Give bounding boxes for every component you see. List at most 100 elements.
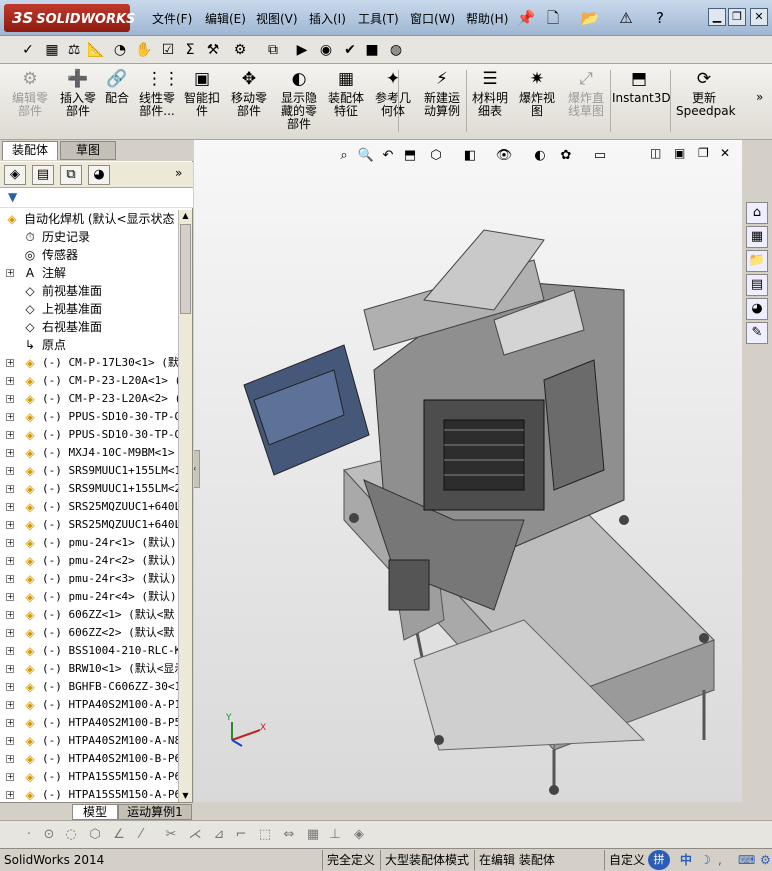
expand-plus-icon[interactable]: +: [6, 377, 14, 385]
expand-plus-icon[interactable]: +: [6, 359, 14, 367]
menu-view[interactable]: 视图(V): [256, 10, 298, 27]
warning-icon[interactable]: ⚠: [616, 8, 636, 28]
tab-motion-study[interactable]: 运动算例1: [118, 804, 192, 820]
cmd-button-exploded-view[interactable]: ✷ 爆炸视 图: [516, 68, 558, 118]
smart-dimension-icon[interactable]: ◈: [350, 826, 368, 844]
expand-plus-icon[interactable]: +: [6, 737, 14, 745]
cmd-button-mate[interactable]: 🔗 配合: [102, 68, 132, 105]
offset-icon[interactable]: ⋌: [186, 826, 204, 844]
solidworks-logo[interactable]: 3S SOLIDWORKS: [4, 4, 135, 32]
design-library-icon[interactable]: ▦: [746, 226, 768, 248]
menu-insert[interactable]: 插入(I): [309, 10, 346, 27]
expand-plus-icon[interactable]: +: [6, 701, 14, 709]
red-square-icon[interactable]: ■: [362, 40, 382, 60]
slash-icon[interactable]: ⁄: [132, 826, 150, 844]
cmd-button-move-component[interactable]: ✥ 移动零 部件: [228, 68, 270, 118]
expand-plus-icon[interactable]: +: [6, 557, 14, 565]
appearance-ball-icon[interactable]: ◍: [386, 40, 406, 60]
expand-plus-icon[interactable]: +: [6, 755, 14, 763]
scroll-up-arrow[interactable]: ▲: [180, 210, 191, 222]
corner-icon[interactable]: ⌐: [232, 826, 250, 844]
cmd-button-new-motion-study[interactable]: ⚡ 新建运 动算例: [420, 68, 464, 118]
menu-tools[interactable]: 工具(T): [358, 10, 399, 27]
speedometer-icon[interactable]: ◔: [110, 40, 130, 60]
menu-help[interactable]: 帮助(H): [466, 10, 508, 27]
cmd-button-insert-component[interactable]: ➕ 插入零 部件: [56, 68, 100, 118]
expand-plus-icon[interactable]: +: [6, 485, 14, 493]
point-icon[interactable]: ·: [20, 826, 38, 844]
expand-plus-icon[interactable]: +: [6, 575, 14, 583]
cmd-button-linear-pattern[interactable]: ⋮⋮ 线性零 部件...: [136, 68, 180, 118]
status-custom[interactable]: 自定义: [604, 850, 649, 870]
configuration-manager-icon[interactable]: ⧉: [60, 165, 82, 185]
cmd-button-instant3d[interactable]: ⬒ Instant3D: [612, 68, 671, 105]
hand-icon[interactable]: ✋: [134, 40, 154, 60]
expand-plus-icon[interactable]: +: [6, 665, 14, 673]
measure-icon[interactable]: 📐: [86, 40, 106, 60]
cmd-button-speedpak[interactable]: ⟳ 更新 Speedpak: [676, 68, 736, 118]
expand-plus-icon[interactable]: +: [6, 413, 14, 421]
ime-mode[interactable]: 中: [680, 850, 692, 871]
ime-punct-icon[interactable]: ,: [718, 850, 722, 871]
circle-icon[interactable]: ⊙: [40, 826, 58, 844]
cmd-button-assembly-feature[interactable]: ▦ 装配体 特征: [326, 68, 366, 118]
tab-model[interactable]: 模型: [72, 804, 118, 820]
menu-window[interactable]: 窗口(W): [410, 10, 455, 27]
dimension-icon[interactable]: ⇔: [280, 826, 298, 844]
open-folder-icon[interactable]: 📂: [580, 8, 600, 28]
expand-plus-icon[interactable]: +: [6, 449, 14, 457]
gear-icon[interactable]: ⚙: [230, 40, 250, 60]
cmd-button-smart-fastener[interactable]: ▣ 智能扣 件: [182, 68, 222, 118]
check-circle-icon[interactable]: ✔: [340, 40, 360, 60]
play-icon[interactable]: ▶: [292, 40, 312, 60]
expand-plus-icon[interactable]: +: [6, 431, 14, 439]
expand-plus-icon[interactable]: +: [6, 467, 14, 475]
custom-properties-icon[interactable]: ✎: [746, 322, 768, 344]
expand-plus-icon[interactable]: +: [6, 539, 14, 547]
tools-icon[interactable]: ⚒: [203, 40, 223, 60]
balance-icon[interactable]: ⚖: [64, 40, 84, 60]
rectangle-icon[interactable]: ⬚: [256, 826, 274, 844]
tree-filter[interactable]: ▼: [0, 188, 193, 208]
interference-icon[interactable]: ⧉: [263, 40, 283, 60]
expand-plus-icon[interactable]: +: [6, 629, 14, 637]
expand-plus-icon[interactable]: +: [6, 269, 14, 277]
grid-pattern-icon[interactable]: ▦: [304, 826, 322, 844]
expand-plus-icon[interactable]: +: [6, 395, 14, 403]
ime-moon-icon[interactable]: ☽: [700, 850, 711, 871]
grid-icon[interactable]: ▦: [42, 40, 62, 60]
expand-plus-icon[interactable]: +: [6, 683, 14, 691]
checkbox-icon[interactable]: ☑: [158, 40, 178, 60]
relation-icon[interactable]: ⊥: [326, 826, 344, 844]
spellcheck-icon[interactable]: ✓: [18, 40, 38, 60]
new-document-icon[interactable]: 🗋: [543, 8, 563, 28]
cmd-button-reference-geometry[interactable]: ✦ 参考几 何体: [372, 68, 414, 118]
expand-plus-icon[interactable]: +: [6, 503, 14, 511]
tab-sketch[interactable]: 草图: [60, 141, 116, 160]
cmd-button-explode-line-sketch[interactable]: ⤢ 爆炸直 线草图: [564, 68, 608, 118]
ime-logo-icon[interactable]: 拼: [648, 850, 670, 870]
polygon-icon[interactable]: ⬡: [86, 826, 104, 844]
filter-funnel-icon[interactable]: ▼: [8, 190, 17, 204]
cmd-button-show-hidden[interactable]: ◐ 显示隐 藏的零 部件: [276, 68, 322, 131]
tree-scrollbar[interactable]: ▲ ▼: [178, 210, 192, 802]
close-button[interactable]: ✕: [750, 8, 768, 26]
expand-plus-icon[interactable]: +: [6, 593, 14, 601]
mirror-icon[interactable]: ⊿: [210, 826, 228, 844]
chevron-right-icon[interactable]: »: [175, 166, 182, 180]
scroll-down-arrow[interactable]: ▼: [180, 790, 191, 802]
minimize-button[interactable]: ▁: [708, 8, 726, 26]
trim-icon[interactable]: ✂: [162, 826, 180, 844]
chevron-right-icon[interactable]: »: [756, 90, 763, 104]
expand-plus-icon[interactable]: +: [6, 611, 14, 619]
expand-plus-icon[interactable]: +: [6, 791, 14, 799]
ime-keyboard-icon[interactable]: ⌨: [738, 850, 755, 871]
home-icon[interactable]: ⌂: [746, 202, 768, 224]
ime-settings-icon[interactable]: ⚙: [760, 850, 771, 871]
expand-plus-icon[interactable]: +: [6, 773, 14, 781]
display-manager-icon[interactable]: ◕: [88, 165, 110, 185]
appearances-icon[interactable]: ◕: [746, 298, 768, 320]
view-palette-icon[interactable]: ▤: [746, 274, 768, 296]
property-manager-icon[interactable]: ▤: [32, 165, 54, 185]
menu-file[interactable]: 文件(F): [152, 10, 192, 27]
